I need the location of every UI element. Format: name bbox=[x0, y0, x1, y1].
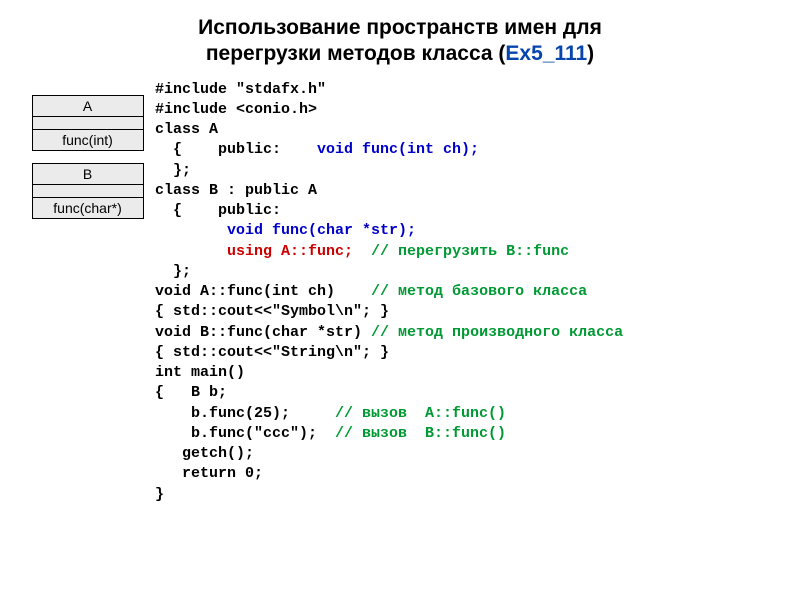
uml-b-method: func(char*) bbox=[33, 198, 143, 218]
uml-a-empty bbox=[33, 117, 143, 130]
code-l4a: { public: bbox=[155, 141, 317, 158]
code-l18a: b.func("ccc"); bbox=[155, 425, 335, 442]
code-l17b: // вызов A::func() bbox=[335, 405, 506, 422]
title-link: Ex5_111 bbox=[505, 42, 587, 65]
code-l13b: // метод производного класса bbox=[371, 324, 623, 341]
code-l11a: void A::func(int ch) bbox=[155, 283, 371, 300]
code-l1: #include "stdafx.h" bbox=[155, 81, 326, 98]
code-l19: getch(); bbox=[155, 445, 254, 462]
code-l4b: void func(int ch); bbox=[317, 141, 479, 158]
code-l8: void func(char *str); bbox=[155, 222, 416, 239]
code-l20: return 0; bbox=[155, 465, 263, 482]
code-l16: { B b; bbox=[155, 384, 227, 401]
code-l9c: // перегрузить B::func bbox=[353, 243, 569, 260]
code-l13a: void B::func(char *str) bbox=[155, 324, 371, 341]
title-line1: Использование пространств имен для bbox=[198, 16, 602, 39]
code-l6: class B : public A bbox=[155, 182, 317, 199]
code-block: #include "stdafx.h" #include <conio.h> c… bbox=[155, 80, 623, 505]
title-line2-prefix: перегрузки методов класса ( bbox=[206, 42, 506, 65]
code-l17a: b.func(25); bbox=[155, 405, 335, 422]
uml-a-name: A bbox=[33, 96, 143, 117]
code-l7: { public: bbox=[155, 202, 281, 219]
code-l12: { std::cout<<"Symbol\n"; } bbox=[155, 303, 389, 320]
code-l11b: // метод базового класса bbox=[371, 283, 587, 300]
content-row: A func(int) B func(char*) #include "stda… bbox=[20, 80, 780, 505]
code-l21: } bbox=[155, 486, 164, 503]
uml-class-b: B func(char*) bbox=[32, 163, 144, 219]
title-line2-suffix: ) bbox=[587, 42, 594, 65]
code-l15: int main() bbox=[155, 364, 245, 381]
code-l10: }; bbox=[155, 263, 191, 280]
code-l9a bbox=[155, 243, 227, 260]
uml-b-empty bbox=[33, 185, 143, 198]
code-l3: class A bbox=[155, 121, 218, 138]
uml-b-name: B bbox=[33, 164, 143, 185]
code-l14: { std::cout<<"String\n"; } bbox=[155, 344, 389, 361]
code-l5: }; bbox=[155, 162, 191, 179]
uml-a-method: func(int) bbox=[33, 130, 143, 150]
uml-column: A func(int) B func(char*) bbox=[20, 80, 155, 231]
uml-class-a: A func(int) bbox=[32, 95, 144, 151]
slide-title: Использование пространств имен для перег… bbox=[20, 15, 780, 68]
code-l2: #include <conio.h> bbox=[155, 101, 317, 118]
code-l9b: using A::func; bbox=[227, 243, 353, 260]
code-l18b: // вызов B::func() bbox=[335, 425, 506, 442]
